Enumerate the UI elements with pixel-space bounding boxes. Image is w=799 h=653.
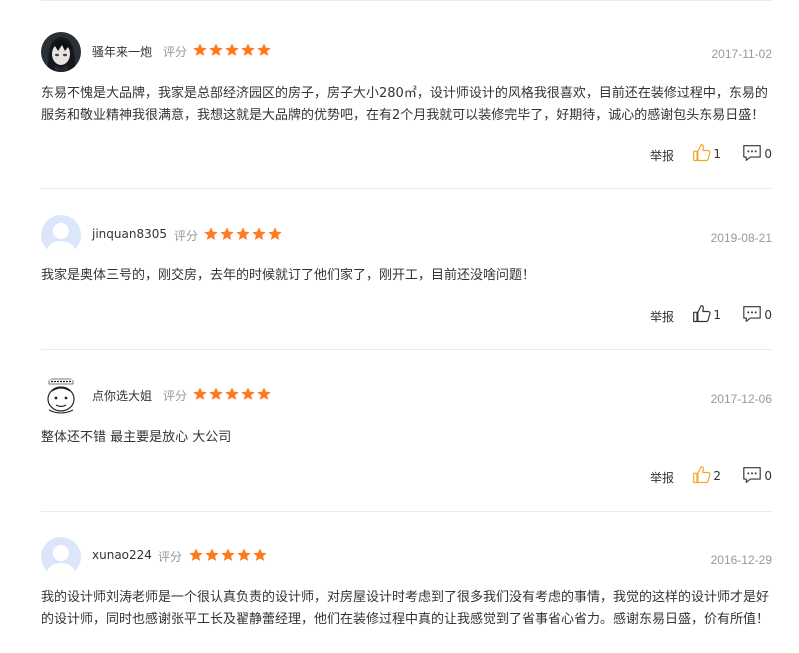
user-avatar[interactable] — [41, 215, 81, 255]
username[interactable]: xunao224 — [92, 548, 152, 562]
star-icon — [204, 227, 218, 240]
comment-icon[interactable] — [742, 305, 762, 323]
user-avatar[interactable] — [41, 537, 81, 577]
star-icon — [237, 548, 251, 561]
star-icon — [257, 387, 271, 400]
report-button[interactable]: 举报 — [650, 469, 674, 486]
like-count: 1 — [713, 147, 721, 161]
review-date: 2016-12-29 — [710, 553, 772, 567]
review-actions: 举报 2 0 — [632, 465, 772, 487]
report-button[interactable]: 举报 — [650, 147, 674, 164]
review-date: 2019-08-21 — [710, 231, 772, 245]
comment-count: 0 — [764, 147, 772, 161]
like-count: 2 — [713, 469, 721, 483]
rating-label: 评分 — [158, 550, 183, 564]
comment-count: 0 — [764, 308, 772, 322]
review-content: 我家是奥体三号的，刚交房，去年的时候就订了他们家了，刚开工，目前还没啥问题！ — [41, 268, 536, 283]
username[interactable]: 点你选大姐 — [92, 387, 152, 404]
star-rating — [192, 386, 272, 405]
star-icon — [193, 387, 207, 400]
like-count: 1 — [713, 308, 721, 322]
star-icon — [225, 43, 239, 56]
star-icon — [257, 43, 271, 56]
star-icon — [268, 227, 282, 240]
review-actions: 举报 1 0 — [632, 143, 772, 165]
review-actions: 举报 1 0 — [632, 304, 772, 326]
star-rating — [188, 547, 268, 566]
star-icon — [225, 387, 239, 400]
star-icon — [209, 387, 223, 400]
username[interactable]: jinquan8305 — [92, 227, 167, 241]
rating-label: 评分 — [163, 389, 188, 403]
thumbs-up-icon[interactable] — [692, 143, 712, 163]
rating-label: 评分 — [174, 229, 199, 243]
review-content: 我的设计师刘涛老师是一个很认真负责的设计师，对房屋设计时考虑到了很多我们没有考虑… — [41, 590, 770, 627]
star-rating — [192, 42, 272, 61]
star-icon — [205, 548, 219, 561]
star-icon — [253, 548, 267, 561]
comment-count: 0 — [764, 469, 772, 483]
star-icon — [209, 43, 223, 56]
thumbs-up-icon[interactable] — [692, 304, 712, 324]
top-divider — [41, 0, 772, 1]
star-icon — [193, 43, 207, 56]
review-content: 整体还不错 最主要是放心 大公司 — [41, 430, 232, 445]
star-icon — [221, 548, 235, 561]
star-icon — [252, 227, 266, 240]
thumbs-up-icon[interactable] — [692, 465, 712, 485]
star-icon — [241, 43, 255, 56]
review-date: 2017-11-02 — [711, 47, 773, 61]
rating-label: 评分 — [163, 45, 188, 59]
star-icon — [220, 227, 234, 240]
star-icon — [241, 387, 255, 400]
user-avatar[interactable] — [41, 376, 81, 416]
user-avatar[interactable] — [41, 32, 81, 72]
star-icon — [189, 548, 203, 561]
username[interactable]: 骚年来一炮 — [92, 43, 152, 60]
comment-icon[interactable] — [742, 144, 762, 162]
report-button[interactable]: 举报 — [650, 308, 674, 325]
review-divider — [41, 511, 772, 512]
comment-icon[interactable] — [742, 466, 762, 484]
review-date: 2017-12-06 — [710, 392, 772, 406]
review-divider — [41, 188, 772, 189]
star-icon — [236, 227, 250, 240]
star-rating — [203, 226, 283, 245]
review-divider — [41, 349, 772, 350]
review-content: 东易不愧是大品牌，我家是总部经济园区的房子，房子大小280㎡，设计师设计的风格我… — [41, 86, 768, 123]
